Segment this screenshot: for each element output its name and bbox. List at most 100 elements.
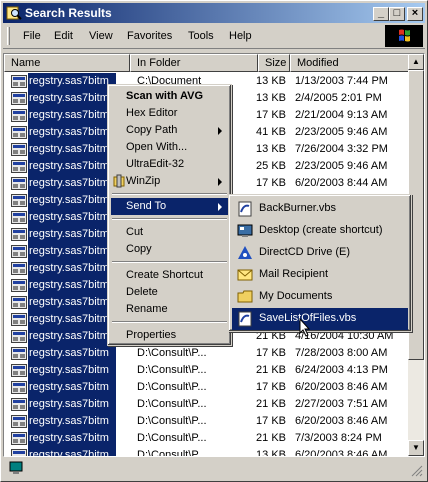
row-name: regstry.sas7bitm	[28, 141, 116, 158]
sas-catalog-file-icon	[11, 160, 27, 173]
row-size: 21 KB	[256, 364, 286, 376]
row-name: regstry.sas7bitm	[28, 192, 116, 209]
sas-catalog-file-icon	[11, 245, 27, 258]
send-to-mail[interactable]: Mail Recipient	[232, 264, 408, 286]
column-header-folder[interactable]: In Folder	[130, 54, 258, 72]
menu-item-hex-editor[interactable]: Hex Editor	[111, 105, 228, 122]
submenu-arrow-icon	[218, 178, 222, 186]
mouse-pointer-icon	[299, 318, 311, 337]
menu-favorites[interactable]: Favorites	[127, 30, 172, 42]
row-modified: 6/20/2003 8:46 AM	[295, 449, 388, 457]
send-to-directcd[interactable]: DirectCD Drive (E)	[232, 242, 408, 264]
menu-file[interactable]: File	[23, 30, 41, 42]
row-size: 21 KB	[256, 432, 286, 444]
menu-separator	[112, 218, 227, 220]
table-row[interactable]: regstry.sas7bitm D:\Consult\P... 21 KB 7/3/…	[4, 430, 409, 447]
send-to-desktop[interactable]: Desktop (create shortcut)	[232, 220, 408, 242]
row-name: regstry.sas7bitm	[28, 90, 116, 107]
menu-bar: File Edit View Favorites Tools Help	[3, 24, 425, 49]
computer-status-icon	[9, 461, 23, 474]
row-size: 17 KB	[256, 415, 286, 427]
send-to-savelist[interactable]: SaveListOfFiles.vbs	[232, 308, 408, 330]
submenu-arrow-icon	[218, 203, 222, 211]
menu-item-create-shortcut[interactable]: Create Shortcut	[111, 267, 228, 284]
scroll-up-button[interactable]: ▲	[408, 54, 424, 70]
row-size: 17 KB	[256, 347, 286, 359]
row-name: regstry.sas7bitm	[28, 260, 116, 277]
menu-item-properties[interactable]: Properties	[111, 327, 228, 344]
row-modified: 6/24/2003 4:13 PM	[295, 364, 388, 376]
mail-icon	[237, 269, 253, 281]
sas-catalog-file-icon	[11, 143, 27, 156]
menu-help[interactable]: Help	[229, 30, 252, 42]
desktop-label: Desktop (create shortcut)	[259, 224, 383, 236]
table-row[interactable]: regstry.sas7bitm D:\Consult\P... 21 KB 2/27…	[4, 396, 409, 413]
folder-icon	[237, 290, 253, 303]
row-name: regstry.sas7bitm	[28, 209, 116, 226]
scroll-down-button[interactable]: ▼	[408, 440, 424, 456]
row-name: regstry.sas7bitm	[28, 345, 116, 362]
winzip-icon	[113, 174, 125, 188]
row-size: 21 KB	[256, 398, 286, 410]
close-button[interactable]: ×	[407, 7, 423, 21]
table-row[interactable]: regstry.sas7bitm D:\Consult\P... 17 KB 7/28…	[4, 345, 409, 362]
row-modified: 2/23/2005 9:46 AM	[295, 160, 388, 172]
sas-catalog-file-icon	[11, 262, 27, 275]
list-header: Name In Folder Size Modified	[4, 54, 409, 73]
context-menu: Scan with AVG Hex Editor Copy Path Open …	[107, 84, 232, 346]
column-header-size[interactable]: Size	[258, 54, 290, 72]
table-row[interactable]: regstry.sas7bitm D:\Consult\P... 17 KB 6/20…	[4, 379, 409, 396]
toolbar-grip[interactable]	[7, 27, 10, 45]
row-name: regstry.sas7bitm	[28, 107, 116, 124]
menu-edit[interactable]: Edit	[54, 30, 73, 42]
menu-item-ultraedit[interactable]: UltraEdit-32	[111, 156, 228, 173]
sas-catalog-file-icon	[11, 75, 27, 88]
menu-item-copy-path[interactable]: Copy Path	[111, 122, 228, 139]
sas-catalog-file-icon	[11, 126, 27, 139]
winzip-label: WinZip	[126, 175, 161, 187]
menu-item-scan-avg[interactable]: Scan with AVG	[111, 88, 228, 105]
directcd-label: DirectCD Drive (E)	[259, 246, 351, 258]
row-modified: 6/20/2003 8:44 AM	[295, 177, 388, 189]
menu-item-send-to[interactable]: Send To	[111, 198, 228, 215]
row-name: regstry.sas7bitm	[28, 243, 116, 260]
send-to-label: Send To	[126, 200, 167, 212]
menu-view[interactable]: View	[89, 30, 113, 42]
sas-catalog-file-icon	[11, 228, 27, 241]
row-modified: 7/28/2003 8:00 AM	[295, 347, 388, 359]
table-row[interactable]: regstry.sas7bitm D:\Consult\P... 13 KB 6/20…	[4, 447, 409, 457]
cd-drive-icon	[238, 246, 252, 259]
maximize-button[interactable]: □	[389, 7, 405, 21]
row-modified: 2/4/2005 2:01 PM	[295, 92, 382, 104]
sas-catalog-file-icon	[11, 211, 27, 224]
menu-item-winzip[interactable]: WinZip	[111, 173, 228, 190]
send-to-backburner[interactable]: BackBurner.vbs	[232, 198, 408, 220]
script-file-icon	[238, 311, 252, 327]
resize-grip-icon[interactable]	[411, 465, 423, 477]
sas-catalog-file-icon	[11, 109, 27, 122]
menu-item-open-with[interactable]: Open With...	[111, 139, 228, 156]
menu-item-cut[interactable]: Cut	[111, 224, 228, 241]
windows-logo-icon	[385, 25, 423, 47]
menu-item-rename[interactable]: Rename	[111, 301, 228, 318]
minimize-button[interactable]: _	[373, 7, 389, 21]
row-name: regstry.sas7bitm	[28, 430, 116, 447]
menu-tools[interactable]: Tools	[188, 30, 214, 42]
row-name: regstry.sas7bitm	[28, 311, 116, 328]
status-bar	[3, 459, 425, 479]
title-bar[interactable]: Search Results _ □ ×	[3, 3, 425, 23]
row-name: regstry.sas7bitm	[28, 396, 116, 413]
table-row[interactable]: regstry.sas7bitm D:\Consult\P... 21 KB 6/24…	[4, 362, 409, 379]
column-header-name[interactable]: Name	[4, 54, 130, 72]
send-to-mydocs[interactable]: My Documents	[232, 286, 408, 308]
menu-item-delete[interactable]: Delete	[111, 284, 228, 301]
row-name: regstry.sas7bitm	[28, 175, 116, 192]
sas-catalog-file-icon	[11, 92, 27, 105]
column-header-modified[interactable]: Modified	[290, 54, 409, 72]
row-modified: 6/20/2003 8:46 AM	[295, 415, 388, 427]
table-row[interactable]: regstry.sas7bitm D:\Consult\P... 17 KB 6/20…	[4, 413, 409, 430]
menu-item-copy[interactable]: Copy	[111, 241, 228, 258]
row-name: regstry.sas7bitm	[28, 294, 116, 311]
row-name: regstry.sas7bitm	[28, 413, 116, 430]
send-to-submenu: BackBurner.vbs Desktop (create shortcut)…	[228, 194, 412, 332]
